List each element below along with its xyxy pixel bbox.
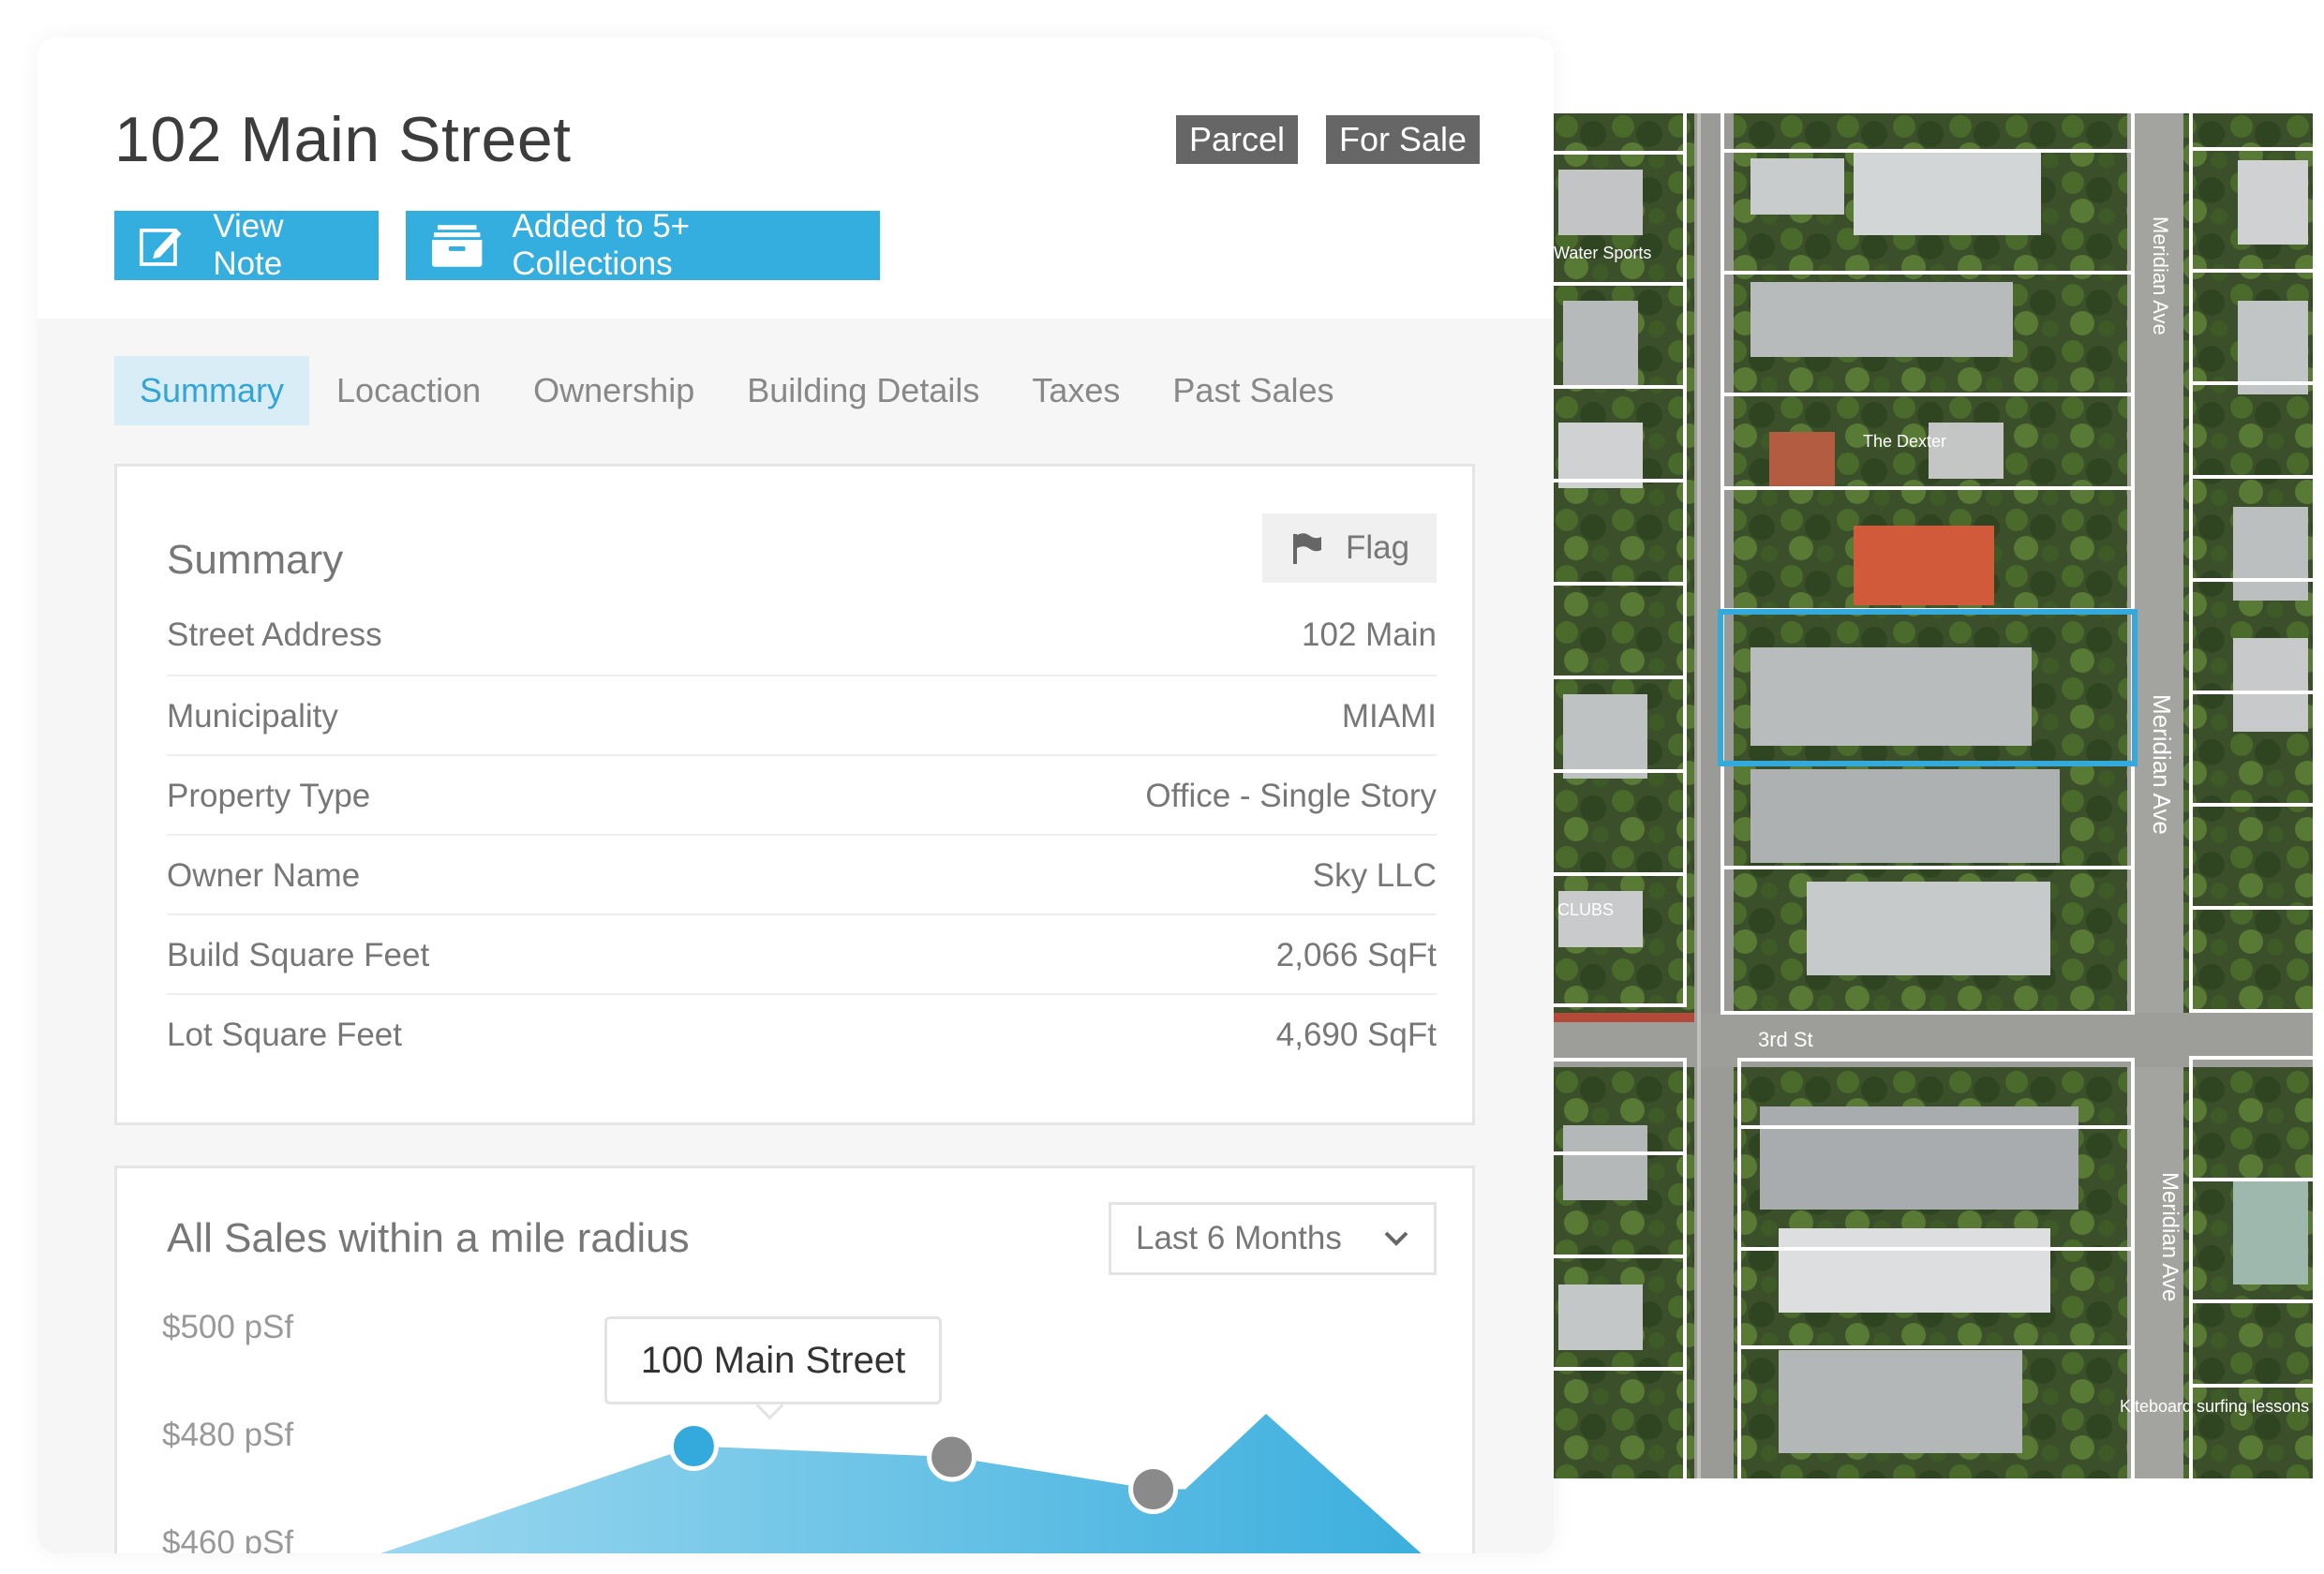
row-label: Street Address [167,616,382,653]
tab-location[interactable]: Locaction [311,356,506,425]
summary-row-property-type: Property Type Office - Single Story [167,754,1437,836]
sales-panel: All Sales within a mile radius Last 6 Mo… [114,1166,1475,1553]
tab-past-sales[interactable]: Past Sales [1147,356,1359,425]
street-label: Meridian Ave [2157,1172,2182,1301]
poi-label: Kiteboard surfing lessons [2120,1397,2309,1416]
y-tick-label: $500 pSf [162,1309,294,1345]
row-label: Municipality [167,697,338,735]
y-tick-label: $460 pSf [162,1524,294,1553]
poi-label: Water Sports [1554,244,1651,262]
tab-taxes[interactable]: Taxes [1006,356,1145,425]
poi-label: The Dexter [1863,432,1946,451]
summary-row-build-square-feet: Build Square Feet 2,066 SqFt [167,913,1437,995]
street-label: Meridian Ave [2149,216,2172,335]
range-selected: Last 6 Months [1136,1220,1342,1256]
sales-area [380,1414,1422,1553]
row-label: Lot Square Feet [167,1016,402,1053]
archive-box-icon [431,225,483,267]
flag-label: Flag [1345,529,1410,566]
collections-button[interactable]: Added to 5+ Collections [406,208,880,282]
row-value: Sky LLC [1312,856,1437,894]
property-card: 102 Main Street Parcel For Sale View Not… [37,37,1554,1553]
tab-ownership[interactable]: Ownership [508,356,720,425]
satellite-map[interactable]: Meridian Ave Meridian Ave Meridian Ave 3… [1554,113,2313,1478]
view-note-button[interactable]: View Note [114,208,379,282]
summary-panel: Summary Flag Street Address 102 Main Mun… [114,464,1475,1125]
map-canvas: Meridian Ave Meridian Ave Meridian Ave 3… [1554,113,2313,1478]
street-label: 3rd St [1758,1028,1813,1051]
sale-point[interactable] [927,1432,977,1482]
page-title: 102 Main Street [114,104,572,175]
row-value: 4,690 SqFt [1275,1016,1437,1053]
parcel-badge: Parcel [1176,115,1299,164]
chevron-down-icon [1384,1231,1408,1246]
row-value: Office - Single Story [1145,777,1437,814]
street-label: Meridian Ave [2148,694,2176,835]
summary-row-street-address: Street Address 102 Main [167,595,1437,675]
row-value: 102 Main [1302,616,1437,653]
row-label: Owner Name [167,856,361,894]
collections-label: Added to 5+ Collections [512,208,691,282]
row-value: MIAMI [1341,697,1437,735]
sales-title: All Sales within a mile radius [167,1215,690,1261]
row-value: 2,066 SqFt [1275,936,1437,973]
summary-row-owner-name: Owner Name Sky LLC [167,834,1437,915]
for-sale-badge: For Sale [1326,115,1481,164]
sale-point[interactable] [1128,1464,1179,1514]
tab-summary[interactable]: Summary [114,356,310,425]
selected-sale-point[interactable] [668,1421,719,1471]
poi-label: CLUBS [1557,900,1614,919]
flag-button[interactable]: Flag [1262,513,1437,583]
edit-note-icon [139,228,182,266]
tab-building-details[interactable]: Building Details [722,356,1005,425]
flag-icon [1292,533,1321,564]
range-dropdown[interactable]: Last 6 Months [1109,1202,1437,1275]
chart-tooltip: 100 Main Street [604,1316,942,1404]
summary-title: Summary [167,537,344,583]
tab-bar: Summary Locaction Ownership Building Det… [114,356,1362,425]
view-note-label: View Note [213,208,284,282]
summary-row-lot-square-feet: Lot Square Feet 4,690 SqFt [167,993,1437,1075]
row-label: Property Type [167,777,371,814]
row-label: Build Square Feet [167,936,430,973]
y-tick-label: $480 pSf [162,1417,294,1453]
summary-row-municipality: Municipality MIAMI [167,675,1437,756]
